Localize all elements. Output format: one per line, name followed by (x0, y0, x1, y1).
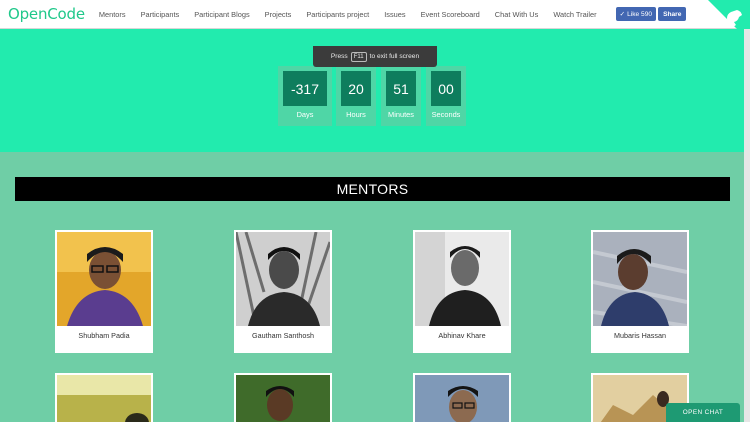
mentor-name: Shubham Padia (78, 331, 130, 340)
countdown-seconds: 00 Seconds (426, 66, 466, 126)
countdown-minutes: 51 Minutes (381, 66, 421, 126)
countdown-days: -317 Days (278, 66, 332, 126)
nav-participants[interactable]: Participants (141, 10, 180, 19)
mentor-card-partial[interactable] (413, 373, 511, 422)
nav-watch-trailer[interactable]: Watch Trailer (553, 10, 596, 19)
thumbs-up-icon: ✓ (619, 11, 626, 18)
top-navbar: OpenCode Mentors Participants Participan… (0, 0, 750, 29)
countdown-minutes-value: 51 (386, 71, 416, 106)
mentor-card[interactable]: Shubham Padia (55, 230, 153, 353)
mentors-heading: MENTORS (15, 177, 730, 201)
mentor-card-partial[interactable] (234, 373, 332, 422)
nav-mentors[interactable]: Mentors (99, 10, 126, 19)
mentor-card[interactable]: Gautham Santhosh (234, 230, 332, 353)
mentor-name: Mubaris Hassan (614, 331, 666, 340)
nav-chat-with-us[interactable]: Chat With Us (495, 10, 539, 19)
mentor-card-partial[interactable] (55, 373, 153, 422)
nav-issues[interactable]: Issues (384, 10, 405, 19)
facebook-like-label: Like 590 (627, 10, 653, 18)
countdown-minutes-label: Minutes (388, 110, 414, 119)
mentor-name: Abhinav Khare (438, 331, 486, 340)
mentor-photo (57, 375, 151, 422)
open-chat-button[interactable]: OPEN CHAT (666, 403, 740, 422)
countdown-days-value: -317 (283, 71, 327, 106)
mentor-photo (415, 375, 509, 422)
mentor-photo (57, 232, 151, 326)
f11-key-badge: F11 (350, 51, 367, 62)
facebook-share-button[interactable]: Share (658, 7, 687, 21)
facebook-like-button[interactable]: ✓ Like 590 (615, 7, 657, 21)
mentor-card[interactable]: Abhinav Khare (413, 230, 511, 353)
opencode-logo[interactable]: OpenCode (8, 5, 85, 23)
countdown-hours: 20 Hours (336, 66, 376, 126)
countdown-days-label: Days (296, 110, 314, 119)
mentor-name: Gautham Santhosh (252, 331, 314, 340)
mentor-photo (593, 232, 687, 326)
scrollbar[interactable] (744, 29, 750, 422)
fullscreen-notice: Press F11 to exit full screen (313, 46, 437, 67)
countdown-seconds-value: 00 (431, 71, 461, 106)
nav-event-scoreboard[interactable]: Event Scoreboard (421, 10, 480, 19)
nav-projects[interactable]: Projects (265, 10, 292, 19)
nav-participant-blogs[interactable]: Participant Blogs (194, 10, 249, 19)
fullscreen-notice-suffix: to exit full screen (369, 53, 420, 60)
mentor-photo (236, 232, 330, 326)
countdown-hours-label: Hours (346, 110, 366, 119)
mentor-photo (236, 375, 330, 422)
mentor-card[interactable]: Mubaris Hassan (591, 230, 689, 353)
fullscreen-notice-prefix: Press (330, 53, 348, 60)
mentor-photo (415, 232, 509, 326)
countdown-seconds-label: Seconds (431, 110, 461, 119)
countdown-hours-value: 20 (341, 71, 371, 106)
nav-participants-project[interactable]: Participants project (306, 10, 369, 19)
